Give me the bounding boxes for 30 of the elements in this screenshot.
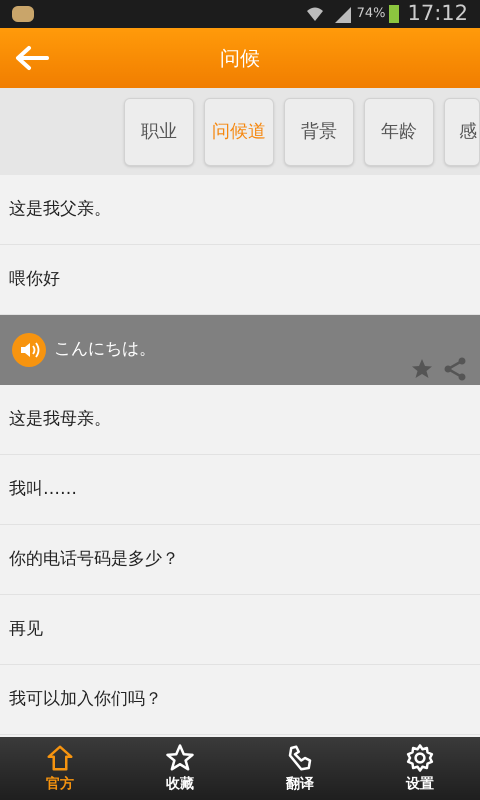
nav-tab[interactable]: 收藏 (120, 737, 240, 800)
battery-icon (389, 5, 400, 23)
phrase-row-expanded[interactable]: こんにちは。 (0, 315, 480, 385)
app-icon (12, 6, 34, 22)
phrase-text: 你的电话号码是多少？ (9, 548, 179, 571)
star-icon (165, 742, 195, 772)
nav-tab[interactable]: 设置 (360, 737, 480, 800)
share-icon[interactable] (442, 356, 468, 382)
clock: 17:12 (407, 0, 468, 28)
settings-icon (405, 742, 435, 772)
speaker-icon[interactable] (12, 333, 46, 367)
nav-tab[interactable]: 官方 (0, 737, 120, 800)
header-title: 问候 (220, 45, 260, 72)
home-icon (45, 742, 75, 772)
phrase-text: 这是我父亲。 (9, 198, 111, 221)
category-tab[interactable]: 背景 (284, 98, 354, 166)
phrase-text: 喂你好 (9, 268, 60, 291)
translation-text: こんにちは。 (54, 338, 156, 362)
battery-percent: 74% (356, 5, 386, 24)
category-tab[interactable]: 年龄 (364, 98, 434, 166)
phrase-text: 我可以加入你们吗？ (9, 688, 162, 711)
star-icon[interactable] (410, 357, 434, 381)
back-arrow-icon (15, 45, 49, 71)
category-tab[interactable]: 感 (444, 98, 480, 166)
signal-icon (332, 5, 353, 23)
nav-tab[interactable]: 翻译 (240, 737, 360, 800)
phrase-text: 这是我母亲。 (9, 408, 111, 431)
phrase-text: 我叫…… (9, 478, 77, 501)
category-tab[interactable]: 职业 (124, 98, 194, 166)
phrase-text: 再见 (9, 618, 43, 641)
